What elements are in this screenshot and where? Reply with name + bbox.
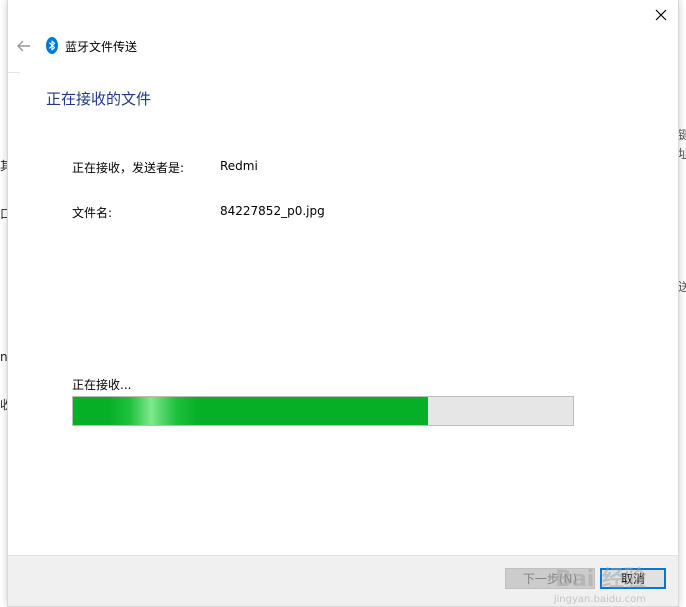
progress-bar [72, 396, 574, 426]
background-text-fragment: n [0, 350, 8, 364]
close-icon [655, 9, 667, 21]
sender-label: 正在接收，发送者是: [72, 161, 185, 175]
progress-bar-fill [73, 397, 428, 425]
sender-value: Redmi [220, 159, 258, 173]
background-text-fragment: 送 [678, 280, 686, 294]
arrow-left-icon [17, 40, 30, 52]
bluetooth-transfer-dialog: 蓝牙文件传送 正在接收的文件 正在接收，发送者是: Redmi 文件名: 842… [8, 0, 678, 606]
background-text-fragment: 址 [678, 147, 686, 161]
back-button[interactable] [14, 36, 34, 56]
window-title: 蓝牙文件传送 [65, 40, 138, 54]
bluetooth-icon [46, 37, 58, 54]
cancel-button[interactable]: 取消 [600, 568, 666, 589]
dialog-footer: 下一步(N) 取消 [8, 555, 678, 606]
file-name-value: 84227852_p0.jpg [220, 204, 325, 218]
next-button[interactable]: 下一步(N) [505, 568, 595, 589]
background-text-fragment: 键 [678, 128, 686, 142]
divider [8, 72, 20, 73]
file-name-label: 文件名: [72, 206, 113, 220]
status-text: 正在接收... [72, 378, 132, 392]
close-button[interactable] [644, 0, 678, 30]
page-title: 正在接收的文件 [46, 90, 152, 108]
